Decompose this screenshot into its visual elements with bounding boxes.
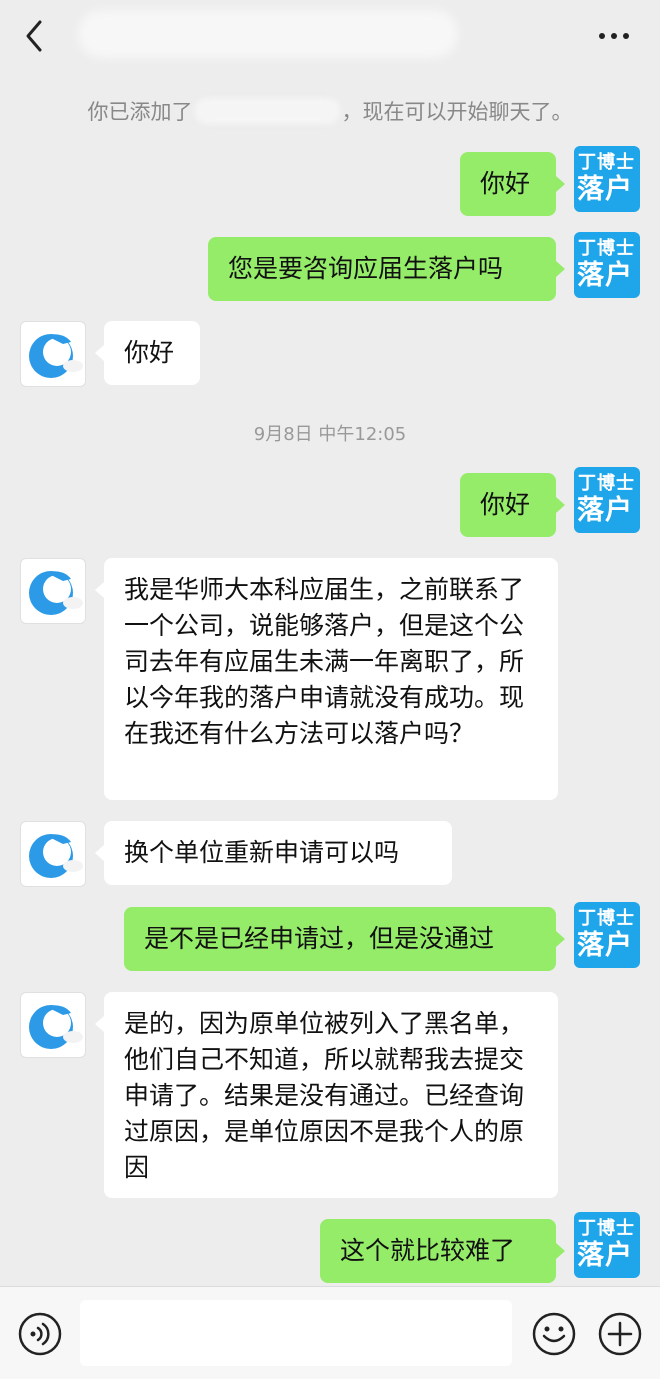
avatar-line1: 丁博士 [578, 908, 635, 929]
avatar-line1: 丁博士 [578, 1218, 635, 1239]
message-text: 你好 [124, 338, 175, 367]
message-bubble-self[interactable]: 你好 [460, 473, 556, 537]
avatar-contact[interactable] [20, 321, 86, 387]
message-text: 是的，因为原单位被列入了黑名单，他们自己不知道，所以就帮我去提交申请了。结果是没… [124, 1009, 525, 1182]
input-bar [0, 1286, 660, 1379]
avatar-self[interactable]: 丁博士 落户 [574, 146, 640, 212]
avatar-line2: 落户 [577, 260, 633, 291]
message-bubble-contact[interactable]: 我是华师大本科应届生，之前联系了一个公司，说能够落户，但是这个公司去年有应届生未… [104, 558, 558, 800]
dolphin-avatar-icon [29, 834, 83, 878]
message-bubble-contact[interactable]: 你好 [104, 321, 200, 385]
message-text: 你好 [480, 490, 531, 519]
message-bubble-self[interactable]: 这个就比较难了 [320, 1219, 556, 1283]
bubble-tail [95, 345, 104, 361]
system-notice-suffix: ，现在可以开始聊天了。 [341, 100, 573, 124]
avatar-line2: 落户 [577, 1240, 633, 1271]
avatar-line2: 落户 [577, 174, 633, 205]
system-notice: 你已添加了 ，现在可以开始聊天了。 [0, 96, 660, 126]
avatar-contact[interactable] [20, 558, 86, 624]
message-text: 我是华师大本科应届生，之前联系了一个公司，说能够落户，但是这个公司去年有应届生未… [124, 575, 525, 748]
bubble-tail [556, 261, 565, 277]
plus-icon[interactable] [598, 1312, 642, 1356]
message-text: 这个就比较难了 [340, 1236, 516, 1265]
system-notice-prefix: 你已添加了 [87, 100, 193, 124]
message-bubble-self[interactable]: 您是要咨询应届生落户吗 [208, 237, 556, 301]
timestamp: 9月8日 中午12:05 [253, 424, 407, 445]
dolphin-avatar-icon [29, 334, 83, 378]
emoji-icon[interactable] [532, 1312, 576, 1356]
bubble-tail [556, 931, 565, 947]
message-bubble-self[interactable]: 是不是已经申请过，但是没通过 [124, 907, 556, 971]
message-bubble-contact[interactable]: 是的，因为原单位被列入了黑名单，他们自己不知道，所以就帮我去提交申请了。结果是没… [104, 992, 558, 1198]
avatar-line2: 落户 [577, 930, 633, 961]
avatar-line2: 落户 [577, 495, 633, 526]
bubble-tail [556, 497, 565, 513]
avatar-self[interactable]: 丁博士 落户 [574, 1212, 640, 1278]
message-input[interactable] [80, 1300, 512, 1366]
bubble-tail [95, 582, 104, 598]
message-text: 您是要咨询应届生落户吗 [228, 254, 504, 283]
avatar-line1: 丁博士 [578, 238, 635, 259]
bubble-tail [95, 1016, 104, 1032]
avatar-line1: 丁博士 [578, 152, 635, 173]
contact-name-redacted [78, 10, 458, 58]
avatar-contact[interactable] [20, 992, 86, 1058]
message-bubble-contact[interactable]: 换个单位重新申请可以吗 [104, 821, 452, 885]
redacted-name [194, 98, 340, 124]
chevron-left-icon[interactable] [20, 18, 50, 54]
more-dots-icon[interactable] [596, 24, 632, 48]
message-text: 是不是已经申请过，但是没通过 [144, 924, 495, 953]
dolphin-avatar-icon [29, 571, 83, 615]
avatar-self[interactable]: 丁博士 落户 [574, 232, 640, 298]
bubble-tail [556, 1243, 565, 1259]
avatar-self[interactable]: 丁博士 落户 [574, 902, 640, 968]
bubble-tail [556, 176, 565, 192]
voice-icon[interactable] [18, 1312, 62, 1356]
chat-header [0, 0, 660, 72]
dolphin-avatar-icon [29, 1005, 83, 1049]
message-bubble-self[interactable]: 你好 [460, 152, 556, 216]
bubble-tail [95, 845, 104, 861]
message-text: 你好 [480, 169, 531, 198]
avatar-line1: 丁博士 [578, 473, 635, 494]
avatar-self[interactable]: 丁博士 落户 [574, 467, 640, 533]
avatar-contact[interactable] [20, 821, 86, 887]
message-text: 换个单位重新申请可以吗 [124, 838, 400, 867]
